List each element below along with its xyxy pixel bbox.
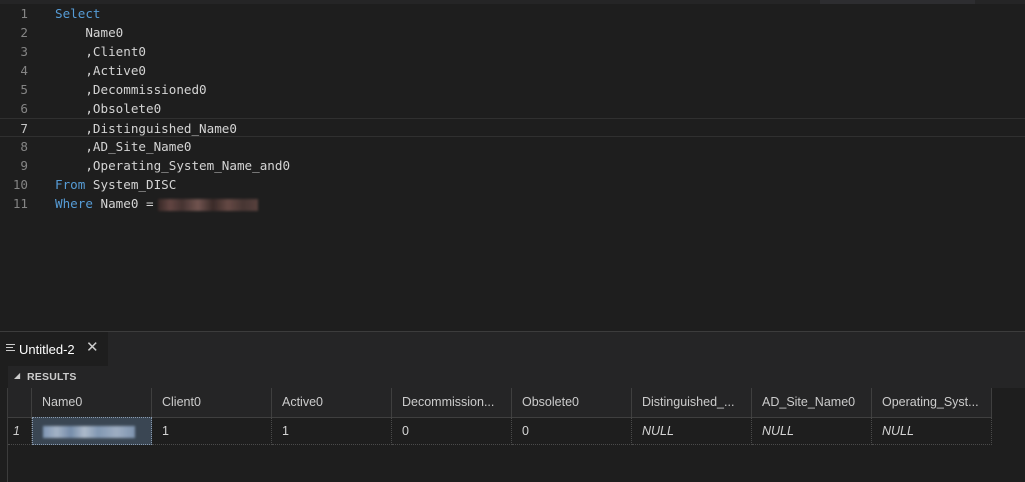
redacted-value — [43, 426, 135, 438]
row-number-header[interactable] — [8, 388, 32, 417]
sql-keyword: Where — [55, 196, 93, 211]
column-header[interactable]: Decommission... — [392, 388, 512, 417]
grid-cell[interactable]: NULL — [752, 417, 872, 445]
code-text: ,Distinguished_Name0 — [55, 121, 237, 136]
code-line[interactable]: 9 ,Operating_System_Name_and0 — [0, 156, 1025, 175]
grid-cell[interactable]: NULL — [632, 417, 752, 445]
column-header[interactable]: Client0 — [152, 388, 272, 417]
code-text: ,Client0 — [55, 44, 146, 59]
line-number: 1 — [20, 6, 28, 21]
code-text: ,Active0 — [55, 63, 146, 78]
code-line[interactable]: 8 ,AD_Site_Name0 — [0, 137, 1025, 156]
line-number: 5 — [20, 82, 28, 97]
grid-cell[interactable]: 1 — [152, 417, 272, 445]
collapse-caret-icon[interactable]: ◢ — [14, 371, 20, 380]
redacted-value — [157, 198, 258, 211]
code-line[interactable]: 10 From System_DISC — [0, 175, 1025, 194]
code-line[interactable]: 2 Name0 — [0, 23, 1025, 42]
code-line[interactable]: 6 ,Obsolete0 — [0, 99, 1025, 118]
grid-cell[interactable]: NULL — [872, 417, 992, 445]
results-tab-bar: Untitled-2 ✕ — [0, 332, 1025, 366]
tab-untitled-2[interactable]: Untitled-2 ✕ — [0, 332, 108, 366]
code-text: From System_DISC — [55, 177, 177, 192]
line-number: 10 — [12, 177, 28, 192]
sql-keyword: From — [55, 177, 86, 192]
column-header[interactable]: Distinguished_... — [632, 388, 752, 417]
query-editor[interactable]: 1 Select 2 Name0 3 ,Client0 4 ,Active0 5 ,Dec… — [0, 0, 1025, 331]
code-text: Name0 — [55, 25, 124, 40]
column-header[interactable]: Active0 — [272, 388, 392, 417]
code-line[interactable]: 7 ,Distinguished_Name0 — [0, 118, 1025, 137]
grid-cell[interactable]: 1 — [272, 417, 392, 445]
code-line[interactable]: 11 Where Name0 = — [0, 194, 1025, 213]
line-number: 6 — [20, 101, 28, 116]
line-number: 2 — [20, 25, 28, 40]
code-text: ,Obsolete0 — [55, 101, 162, 116]
code-line[interactable]: 3 ,Client0 — [0, 42, 1025, 61]
tab-label: Untitled-2 — [19, 342, 75, 357]
row-number[interactable]: 1 — [8, 417, 32, 445]
line-number: 7 — [20, 121, 28, 136]
grid-cell[interactable]: 0 — [512, 417, 632, 445]
results-list-icon — [6, 344, 15, 353]
close-icon[interactable]: ✕ — [86, 340, 99, 356]
code-text: ,AD_Site_Name0 — [55, 139, 192, 154]
code-text: ,Decommissioned0 — [55, 82, 207, 97]
line-number: 9 — [20, 158, 28, 173]
results-section-header[interactable]: ◢ RESULTS — [8, 366, 1025, 388]
code-text: Select — [55, 4, 101, 23]
line-number: 11 — [12, 196, 28, 211]
column-header[interactable]: Operating_Syst... — [872, 388, 992, 417]
code-text: Where Name0 = — [55, 194, 258, 213]
results-panel: ◢ RESULTS Name0 Client0 Active0 Decommissio… — [0, 366, 1025, 482]
code-line[interactable]: 4 ,Active0 — [0, 61, 1025, 80]
column-header[interactable]: AD_Site_Name0 — [752, 388, 872, 417]
column-header[interactable]: Name0 — [32, 388, 152, 417]
line-number: 4 — [20, 63, 28, 78]
grid-header-row: Name0 Client0 Active0 Decommission... Obsole… — [8, 388, 992, 417]
results-title: RESULTS — [27, 371, 77, 383]
grid-cell[interactable] — [32, 417, 152, 445]
code-text: ,Operating_System_Name_and0 — [55, 158, 291, 173]
code-line[interactable]: 1 Select — [0, 4, 1025, 23]
line-number: 3 — [20, 44, 28, 59]
table-row[interactable]: 1 1 1 0 0 NULL NULL NULL — [8, 417, 992, 445]
line-number: 8 — [20, 139, 28, 154]
code-line[interactable]: 5 ,Decommissioned0 — [0, 80, 1025, 99]
grid-cell[interactable]: 0 — [392, 417, 512, 445]
sql-keyword: Select — [55, 6, 101, 21]
column-header[interactable]: Obsolete0 — [512, 388, 632, 417]
